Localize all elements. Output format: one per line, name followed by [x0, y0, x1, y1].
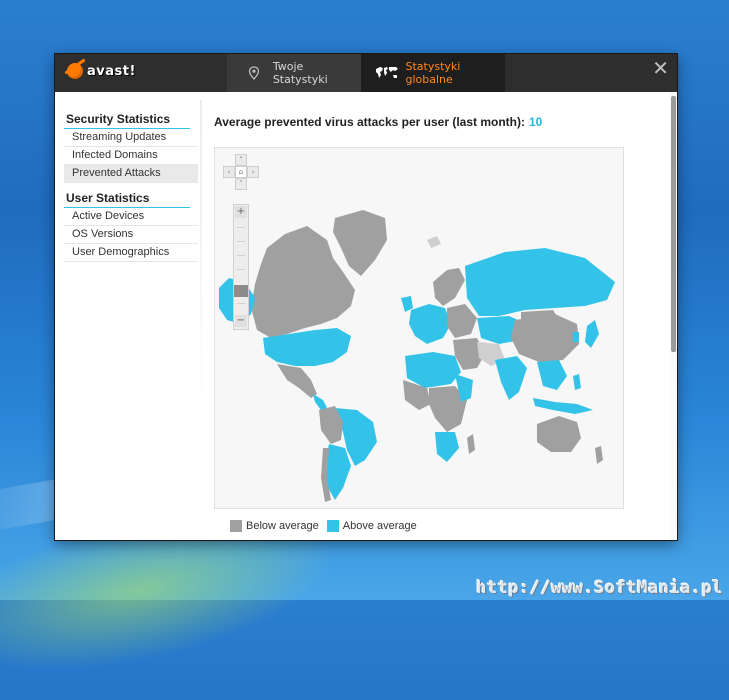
legend-swatch-below [230, 520, 242, 532]
legend-item-above-average: Above average [326, 520, 417, 532]
zoom-in-button[interactable]: + [235, 206, 247, 218]
map-region-central-america [313, 394, 327, 410]
world-map[interactable]: ˄ ‹ ⌂ › ˅ + − [214, 147, 624, 509]
map-zoom-slider[interactable]: + − [233, 204, 249, 330]
page-title: Average prevented virus attacks per user… [214, 115, 542, 129]
legend-label-above: Above average [342, 520, 417, 532]
tab-your-statistics[interactable]: Twoje Statystyki [227, 54, 361, 92]
map-region-new-zealand [595, 446, 603, 464]
legend-swatch-above [326, 520, 339, 532]
map-region-uk [401, 296, 413, 312]
avast-logo-icon [67, 63, 83, 79]
zoom-out-button[interactable]: − [235, 315, 247, 327]
map-region-eastern-europe [447, 304, 477, 338]
map-region-russia [465, 248, 615, 316]
sidebar-item-user-demographics[interactable]: User Demographics [64, 244, 198, 262]
map-region-western-europe [409, 304, 451, 344]
page-title-label: Average prevented virus attacks per user… [214, 115, 525, 129]
map-region-southeast-asia [537, 360, 567, 390]
pan-up-icon[interactable]: ˄ [235, 154, 247, 166]
pan-down-icon[interactable]: ˅ [235, 178, 247, 190]
map-region-korea [573, 332, 579, 342]
legend-item-below-average: Below average [230, 520, 319, 532]
world-map-svg [219, 210, 615, 502]
page-title-value: 10 [529, 115, 543, 129]
avast-statistics-window: avast! Twoje Statystyki Statystyki globa… [55, 54, 677, 540]
map-region-japan [585, 320, 599, 348]
home-icon[interactable]: ⌂ [235, 166, 247, 178]
map-region-iceland [427, 236, 441, 248]
sidebar-item-streaming-updates[interactable]: Streaming Updates [64, 129, 198, 147]
map-region-indonesia [533, 398, 593, 414]
map-legend: Below average Above average [230, 520, 425, 532]
sidebar-section-security-statistics: Security Statistics [64, 108, 190, 129]
sidebar-section-user-statistics: User Statistics [64, 187, 190, 208]
tab-global-statistics-label: Statystyki globalne [405, 60, 461, 86]
location-pin-icon [241, 66, 267, 80]
pan-right-icon[interactable]: › [247, 166, 259, 178]
tab-your-statistics-label: Twoje Statystyki [272, 60, 328, 86]
map-region-madagascar [467, 434, 475, 454]
scrollbar-thumb[interactable] [671, 96, 676, 352]
zoom-slider-handle[interactable] [234, 285, 248, 297]
map-region-philippines [573, 374, 581, 390]
sidebar-divider [200, 100, 202, 420]
sidebar-item-prevented-attacks[interactable]: Prevented Attacks [64, 165, 198, 183]
avast-logo-text: avast! [87, 63, 136, 79]
sidebar: Security Statistics Streaming Updates In… [64, 108, 200, 262]
title-bar: avast! Twoje Statystyki Statystyki globa… [55, 54, 677, 92]
sidebar-item-active-devices[interactable]: Active Devices [64, 208, 198, 226]
avast-logo: avast! [67, 63, 136, 79]
tab-global-statistics[interactable]: Statystyki globalne [361, 54, 505, 92]
close-icon[interactable]: ✕ [652, 58, 669, 78]
watermark: http://www.SoftMania.pl [476, 578, 723, 598]
map-region-greenland [333, 210, 387, 276]
map-region-southern-africa [435, 432, 459, 462]
map-region-scandinavia [433, 268, 465, 306]
map-region-mexico [277, 364, 317, 398]
map-region-india [495, 356, 527, 400]
map-pan-control: ˄ ‹ ⌂ › ˅ [223, 154, 259, 190]
map-region-australia [537, 416, 581, 452]
sidebar-item-os-versions[interactable]: OS Versions [64, 226, 198, 244]
world-map-icon [375, 66, 400, 80]
pan-left-icon[interactable]: ‹ [223, 166, 235, 178]
sidebar-item-infected-domains[interactable]: Infected Domains [64, 147, 198, 165]
legend-label-below: Below average [246, 520, 319, 532]
map-region-north-africa [405, 352, 461, 388]
